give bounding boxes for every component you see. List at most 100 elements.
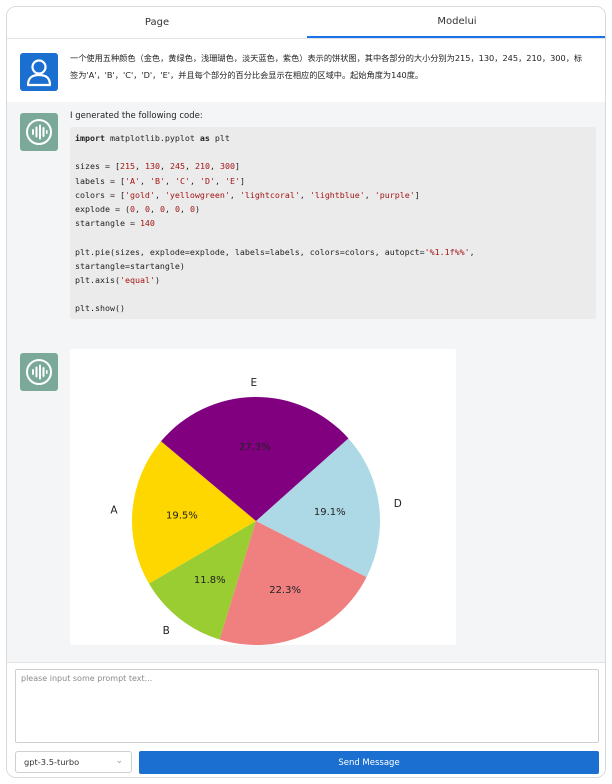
- pie-chart: 19.5% A 11.8% B 22.3% C 19.1% D 27.3% E: [110, 377, 402, 645]
- code-token: ,: [164, 204, 175, 215]
- code-token: 'lightcoral': [239, 189, 300, 200]
- code-token: 'lightblue': [309, 189, 365, 200]
- code-token: ,: [184, 161, 195, 172]
- code-line: startangle = 140: [75, 216, 591, 230]
- code-line: explode = (0, 0, 0, 0, 0): [75, 202, 591, 216]
- code-block[interactable]: import matplotlib.pyplot as plt sizes = …: [70, 127, 596, 319]
- code-token: ,: [299, 189, 310, 200]
- user-message-text: 一个使用五种颜色（金色，黄绿色，浅珊瑚色，淡天蓝色，紫色）表示的饼状图，其中各部…: [70, 53, 583, 80]
- code-token: 'yellowgreen': [164, 189, 230, 200]
- user-icon: [26, 59, 52, 87]
- code-token: explode = (: [75, 204, 130, 215]
- code-token: 'gold': [124, 189, 155, 200]
- bot-avatar: [20, 353, 58, 391]
- code-token: ,: [189, 175, 200, 186]
- code-token: startangle=startangle): [75, 260, 185, 271]
- code-line: plt.axis('equal'): [75, 273, 591, 287]
- chevron-down-icon: ⌄: [115, 756, 123, 766]
- code-token: ,: [134, 161, 145, 172]
- code-token: 140: [139, 218, 155, 229]
- code-token: labels = [: [75, 175, 125, 186]
- code-token: ): [194, 204, 200, 215]
- code-token: ]: [234, 161, 240, 172]
- code-token: plt.axis(: [75, 275, 120, 286]
- pie-percent-label: 19.1%: [314, 507, 346, 518]
- pie-category-label: E: [250, 377, 257, 389]
- pie-percent-label: 19.5%: [166, 510, 198, 521]
- input-area: gpt-3.5-turbo ⌄ Send Message: [7, 662, 605, 777]
- code-line: plt.pie(sizes, explode=explode, labels=l…: [75, 245, 591, 259]
- soundwave-icon: [26, 119, 52, 145]
- prompt-input[interactable]: [15, 669, 599, 743]
- code-token: 'D': [199, 175, 215, 186]
- code-line: import matplotlib.pyplot as plt: [75, 131, 591, 145]
- pie-percent-label: 27.3%: [239, 442, 271, 453]
- code-token: ]: [239, 175, 245, 186]
- code-token: 'equal': [119, 275, 155, 286]
- code-line: plt.show(): [75, 301, 591, 315]
- code-token: 210: [194, 161, 210, 172]
- code-token: 'C': [174, 175, 190, 186]
- code-token: ,: [154, 189, 165, 200]
- code-token: 'purple': [374, 189, 415, 200]
- code-token: sizes = [: [75, 161, 120, 172]
- code-token: ,: [364, 189, 375, 200]
- bot-intro-text: I generated the following code:: [70, 111, 203, 121]
- pie-category-label: A: [110, 504, 118, 516]
- model-select-value: gpt-3.5-turbo: [24, 757, 80, 767]
- bot-message-code: I generated the following code: import m…: [7, 102, 605, 340]
- user-avatar: [20, 53, 58, 91]
- pie-percent-label: 11.8%: [194, 575, 226, 586]
- code-token: 215: [119, 161, 135, 172]
- code-token: plt.show(): [75, 303, 125, 314]
- pie-category-label: C: [310, 644, 317, 645]
- code-token: 300: [219, 161, 235, 172]
- code-token: ,: [139, 175, 150, 186]
- soundwave-icon: [26, 359, 52, 385]
- code-line: sizes = [215, 130, 245, 210, 300]: [75, 159, 591, 173]
- pie-chart-image: 19.5% A 11.8% B 22.3% C 19.1% D 27.3% E: [70, 349, 456, 645]
- model-select[interactable]: gpt-3.5-turbo ⌄: [15, 751, 132, 773]
- tab-bar: Page Modelui: [7, 7, 605, 39]
- code-token: ,: [179, 204, 190, 215]
- code-token: 'A': [124, 175, 140, 186]
- code-token: matplotlib.pyplot: [104, 133, 200, 143]
- code-token: as: [199, 133, 210, 143]
- code-line: colors = ['gold', 'yellowgreen', 'lightc…: [75, 188, 591, 202]
- code-token: 'B': [149, 175, 165, 186]
- code-token: colors = [: [75, 189, 125, 200]
- chat-history[interactable]: 一个使用五种颜色（金色，黄绿色，浅珊瑚色，淡天蓝色，紫色）表示的饼状图，其中各部…: [7, 40, 605, 662]
- code-token: 245: [169, 161, 185, 172]
- pie-category-label: D: [394, 498, 402, 510]
- code-line: startangle=startangle): [75, 259, 591, 273]
- code-token: 130: [144, 161, 160, 172]
- code-token: ,: [164, 175, 175, 186]
- code-token: import: [75, 133, 105, 143]
- bot-avatar: [20, 113, 58, 151]
- send-message-button[interactable]: Send Message: [139, 751, 599, 774]
- code-token: ,: [159, 161, 170, 172]
- code-token: ,: [149, 204, 160, 215]
- code-line: labels = ['A', 'B', 'C', 'D', 'E']: [75, 174, 591, 188]
- code-token: plt: [209, 133, 230, 143]
- code-token: ,: [469, 246, 475, 257]
- code-token: ,: [134, 204, 145, 215]
- code-token: plt.pie(sizes, explode=explode, labels=l…: [75, 246, 425, 257]
- code-token: 'E': [224, 175, 240, 186]
- bot-message-chart: 19.5% A 11.8% B 22.3% C 19.1% D 27.3% E: [7, 340, 605, 662]
- tab-page[interactable]: Page: [7, 7, 307, 38]
- app-window: Page Modelui 一个使用五种颜色（金色，黄绿色，浅珊瑚色，淡天蓝色，紫…: [6, 6, 606, 778]
- code-token: ,: [214, 175, 225, 186]
- code-token: ,: [209, 161, 220, 172]
- pie-category-label: B: [163, 625, 170, 637]
- code-token: '%1.1f%%': [424, 246, 470, 257]
- user-message: 一个使用五种颜色（金色，黄绿色，浅珊瑚色，淡天蓝色，紫色）表示的饼状图，其中各部…: [7, 40, 605, 102]
- pie-percent-label: 22.3%: [269, 585, 301, 596]
- tab-modelui[interactable]: Modelui: [307, 7, 605, 38]
- code-token: ,: [229, 189, 240, 200]
- code-token: ]: [414, 189, 420, 200]
- code-token: startangle =: [75, 218, 140, 229]
